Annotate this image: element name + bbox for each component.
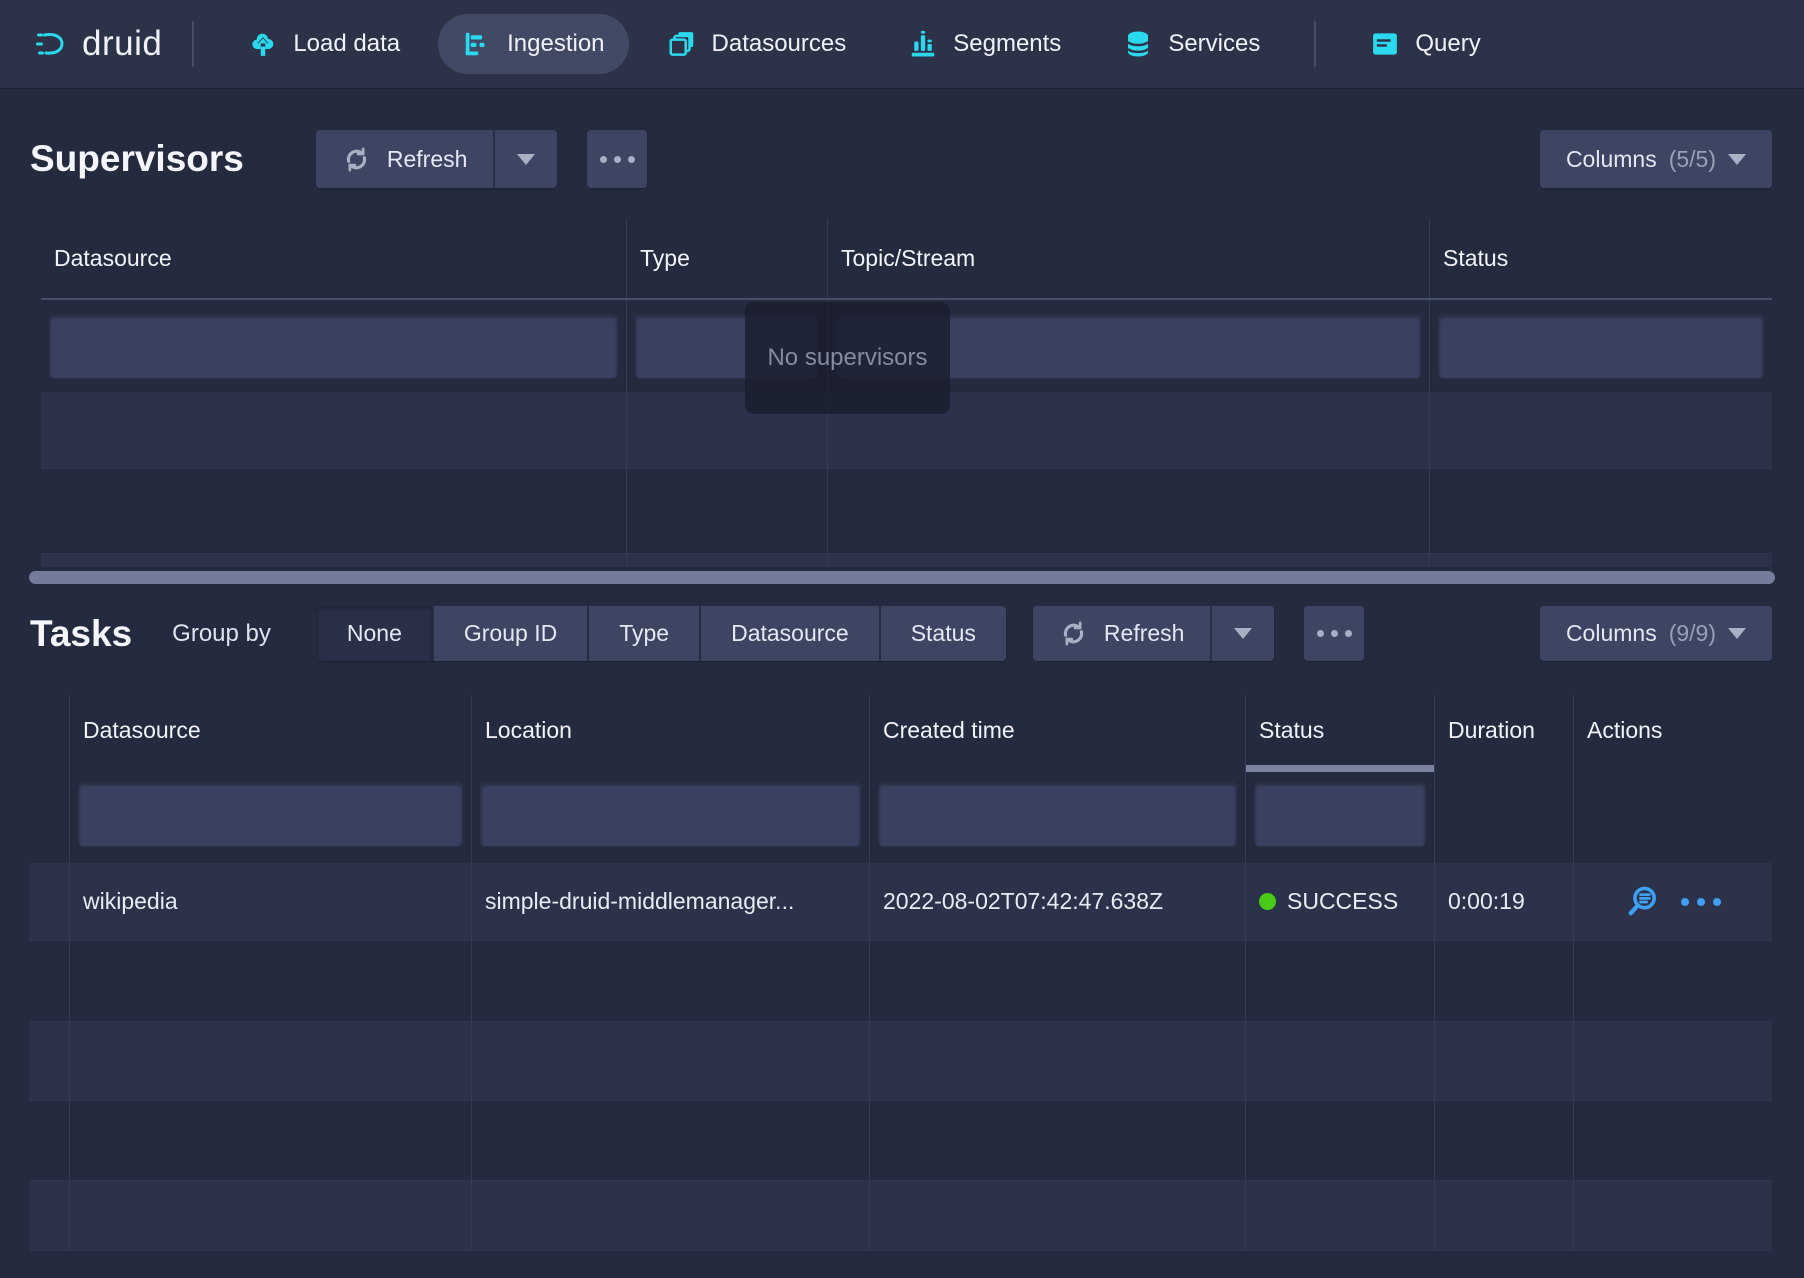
tasks-column-header[interactable]: Datasource <box>70 695 472 765</box>
task-detail-magnifier-icon[interactable] <box>1626 885 1659 918</box>
supervisors-status-filter-input[interactable] <box>1438 314 1764 379</box>
tasks-more-button[interactable] <box>1304 606 1364 661</box>
table-row <box>29 1101 1772 1181</box>
tasks-table: Datasource Location Created time Status … <box>29 695 1772 1251</box>
group-by-status-button[interactable]: Status <box>881 606 1006 661</box>
group-by-datasource-button[interactable]: Datasource <box>701 606 881 661</box>
tasks-columns-button[interactable]: Columns (9/9) <box>1540 606 1772 661</box>
tasks-status-filter-input[interactable] <box>1254 782 1426 847</box>
logo-text: druid <box>82 24 162 64</box>
refresh-icon <box>1059 619 1088 648</box>
columns-label: Columns <box>1566 146 1657 173</box>
nav-divider <box>192 21 194 67</box>
cloud-upload-icon <box>248 29 278 59</box>
chevron-down-icon <box>1234 628 1252 639</box>
supervisors-columns-button[interactable]: Columns (5/5) <box>1540 130 1772 188</box>
task-datasource-cell: wikipedia <box>70 863 472 940</box>
nav-label: Ingestion <box>507 30 604 58</box>
tasks-created-time-filter-input[interactable] <box>878 782 1237 847</box>
columns-label: Columns <box>1566 620 1657 647</box>
nav-item-datasources[interactable]: Datasources <box>643 14 871 74</box>
tasks-column-header[interactable]: Duration <box>1435 695 1574 765</box>
status-success-dot <box>1259 893 1276 910</box>
tasks-column-header-spacer <box>29 695 70 765</box>
group-by-group-id-button[interactable]: Group ID <box>434 606 589 661</box>
tasks-column-header[interactable]: Actions <box>1574 695 1772 765</box>
group-by-label: Group by <box>172 620 271 648</box>
refresh-label: Refresh <box>387 146 468 173</box>
empty-state-text: No supervisors <box>767 344 927 372</box>
druid-logo-icon <box>36 29 66 59</box>
tasks-column-header-sorted[interactable]: Status <box>1246 695 1435 765</box>
supervisors-title: Supervisors <box>30 138 244 180</box>
columns-count: (9/9) <box>1669 620 1716 647</box>
columns-count: (5/5) <box>1669 146 1716 173</box>
nav-divider <box>1314 21 1316 67</box>
druid-console: druid Load data <box>0 0 1804 1278</box>
refresh-label: Refresh <box>1104 620 1185 647</box>
task-status-cell: SUCCESS <box>1246 863 1435 940</box>
supervisors-column-header[interactable]: Topic/Stream <box>828 218 1430 298</box>
nav-item-segments[interactable]: Segments <box>884 14 1085 74</box>
status-text: SUCCESS <box>1287 888 1398 915</box>
tasks-refresh-button[interactable]: Refresh <box>1033 606 1211 661</box>
tasks-location-filter-input[interactable] <box>480 782 861 847</box>
table-row <box>29 1022 1772 1101</box>
top-navbar: druid Load data <box>0 0 1804 88</box>
tasks-column-header[interactable]: Created time <box>870 695 1246 765</box>
table-row <box>41 554 1772 567</box>
group-by-segmented-control: None Group ID Type Datasource Status <box>317 606 1006 661</box>
layers-icon <box>667 29 697 59</box>
supervisors-refresh-button[interactable]: Refresh <box>316 130 494 188</box>
supervisors-column-header[interactable]: Type <box>627 218 828 298</box>
bar-chart-icon <box>908 29 938 59</box>
table-row <box>41 469 1772 554</box>
nav-label: Load data <box>293 30 400 58</box>
tasks-column-header[interactable]: Location <box>472 695 870 765</box>
supervisors-refresh-caret-button[interactable] <box>493 130 557 188</box>
tasks-refresh-caret-button[interactable] <box>1210 606 1274 661</box>
supervisors-datasource-filter-input[interactable] <box>49 314 618 379</box>
nav-label: Query <box>1415 30 1480 58</box>
horizontal-scrollbar[interactable] <box>29 571 1775 584</box>
console-icon <box>1370 29 1400 59</box>
database-icon <box>1123 29 1153 59</box>
refresh-icon <box>342 145 371 174</box>
table-row <box>29 941 1772 1022</box>
task-location-cell: simple-druid-middlemanager... <box>472 863 870 940</box>
task-row-wikipedia[interactable]: wikipedia simple-druid-middlemanager... … <box>29 863 1772 941</box>
task-duration-cell: 0:00:19 <box>1435 863 1574 940</box>
supervisors-column-header[interactable]: Status <box>1430 218 1772 298</box>
nav-item-services[interactable]: Services <box>1099 14 1284 74</box>
nav-item-ingestion[interactable]: Ingestion <box>438 14 628 74</box>
more-icon <box>1317 630 1352 637</box>
tasks-title: Tasks <box>30 613 132 655</box>
nav-item-load-data[interactable]: Load data <box>224 14 424 74</box>
task-created-time-cell: 2022-08-02T07:42:47.638Z <box>870 863 1246 940</box>
chevron-down-icon <box>1728 154 1746 165</box>
druid-logo[interactable]: druid <box>36 24 162 64</box>
supervisors-column-header[interactable]: Datasource <box>41 218 627 298</box>
table-row <box>29 1181 1772 1251</box>
group-by-type-button[interactable]: Type <box>589 606 701 661</box>
chevron-down-icon <box>517 154 535 165</box>
supervisors-more-button[interactable] <box>587 130 647 188</box>
no-supervisors-message: No supervisors <box>745 302 950 414</box>
more-icon <box>600 156 635 163</box>
nav-label: Services <box>1168 30 1260 58</box>
task-more-actions-icon[interactable] <box>1681 898 1721 906</box>
tasks-datasource-filter-input[interactable] <box>78 782 463 847</box>
group-by-none-button[interactable]: None <box>317 606 434 661</box>
gantt-chart-icon <box>462 29 492 59</box>
nav-label: Datasources <box>712 30 847 58</box>
task-actions-cell <box>1574 863 1772 940</box>
nav-item-query[interactable]: Query <box>1346 14 1504 74</box>
nav-label: Segments <box>953 30 1061 58</box>
chevron-down-icon <box>1728 628 1746 639</box>
